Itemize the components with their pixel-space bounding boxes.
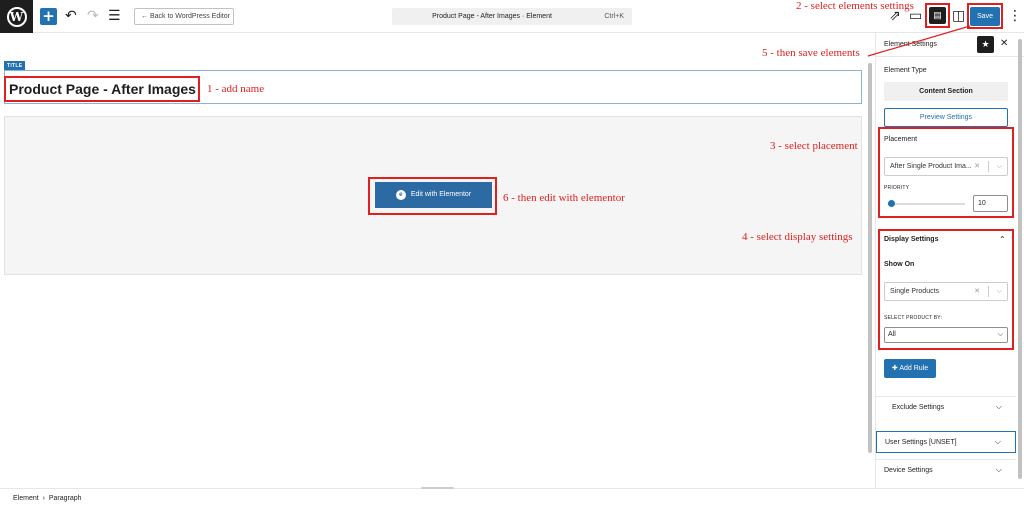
chevron-down-icon: ⌵ [995,465,1002,474]
select-product-by-value: All [888,331,896,338]
chevron-down-icon: ⌵ [995,402,1002,411]
placement-value: After Single Product Ima... [890,163,972,170]
element-type-value[interactable]: Content Section [884,82,1008,101]
edit-with-elementor-button[interactable]: e Edit with Elementor [375,182,492,208]
annotation-5: 5 - then save elements [762,47,860,59]
breadcrumb-item-paragraph[interactable]: Paragraph [49,495,82,502]
more-options-icon[interactable]: ⋮ [1008,8,1022,25]
block-breadcrumb-bar: Element › Paragraph [0,488,1024,508]
chevron-down-icon: ⌵ [994,437,1001,446]
annotation-arrow [867,25,971,57]
show-on-value: Single Products [890,288,940,295]
back-to-wordpress-editor-button[interactable]: ← Back to WordPress Editor [134,8,234,25]
document-title: Product Page - After Images · Element [432,13,552,20]
select-separator [988,286,989,297]
placement-select[interactable]: After Single Product Ima... ✕ ⌵ [884,157,1008,176]
priority-label: PRIORITY [884,185,910,191]
list-view-icon[interactable]: ☰ [108,8,121,25]
star-icon[interactable]: ★ [977,36,994,53]
display-settings-label[interactable]: Display Settings [884,236,938,243]
post-title[interactable]: Product Page - After Images [9,81,196,97]
editor-scrollbar-thumb[interactable] [868,63,872,453]
annotation-6: 6 - then edit with elementor [503,192,625,204]
element-type-label: Element Type [884,67,927,74]
user-settings-panel[interactable]: User Settings [UNSET] ⌵ [876,431,1016,453]
select-separator [988,161,989,172]
priority-slider-track[interactable] [888,203,965,205]
redo-icon[interactable]: ↷ [87,8,99,25]
select-product-by-label: SELECT PRODUCT BY: [884,315,943,321]
breadcrumb-item-element[interactable]: Element [13,495,39,502]
settings-sidebar: Element Settings ★ ✕ Element Type Conten… [875,33,1024,488]
wordpress-icon: W [6,6,27,27]
sidebar-scrollbar[interactable] [1018,39,1022,479]
clear-icon[interactable]: ✕ [974,158,980,175]
plus-icon: ✚ [891,365,898,372]
priority-input[interactable]: 10 [973,195,1008,212]
command-shortcut: Ctrl+K [604,13,624,20]
exclude-settings-label: Exclude Settings [892,404,945,411]
close-icon[interactable]: ✕ [1000,38,1008,49]
show-on-select[interactable]: Single Products ✕ ⌵ [884,282,1008,301]
annotation-1: 1 - add name [207,83,265,95]
editor-scrollbar[interactable] [866,33,874,488]
annotation-3: 3 - select placement [770,140,858,152]
annotation-4: 4 - select display settings [742,231,853,243]
exclude-settings-panel[interactable]: Exclude Settings ⌵ [876,396,1016,418]
chevron-up-icon[interactable]: ⌃ [999,235,1006,244]
select-product-by-select[interactable]: All ⌵ [884,327,1008,343]
add-block-button[interactable]: + [40,8,57,25]
breadcrumb-separator: › [42,495,45,502]
device-settings-label: Device Settings [884,467,933,474]
breadcrumb: Element › Paragraph [13,495,82,502]
edit-with-elementor-label: Edit with Elementor [410,191,472,198]
elementor-icon: e [395,190,406,200]
chevron-down-icon[interactable]: ⌵ [997,158,1002,175]
undo-icon[interactable]: ↶ [65,8,77,25]
chevron-down-icon: ⌵ [997,331,1003,338]
device-settings-panel[interactable]: Device Settings ⌵ [876,459,1016,481]
add-rule-label: Add Rule [899,365,929,372]
placement-label: Placement [884,136,918,143]
resize-handle[interactable] [421,487,454,489]
show-on-label: Show On [884,261,915,268]
wordpress-logo-button[interactable]: W [0,0,33,33]
chevron-down-icon[interactable]: ⌵ [997,283,1002,300]
priority-slider-thumb[interactable] [888,200,895,207]
document-command-bar[interactable]: Product Page - After Images · Element Ct… [392,8,632,25]
add-rule-button[interactable]: ✚ Add Rule [884,359,936,378]
annotation-2: 2 - select elements settings [796,0,914,12]
editor-canvas: TITLE Product Page - After Images e Edit… [0,33,870,488]
preview-settings-button[interactable]: Preview Settings [884,108,1008,127]
clear-icon[interactable]: ✕ [974,283,980,300]
user-settings-label: User Settings [UNSET] [885,439,957,446]
